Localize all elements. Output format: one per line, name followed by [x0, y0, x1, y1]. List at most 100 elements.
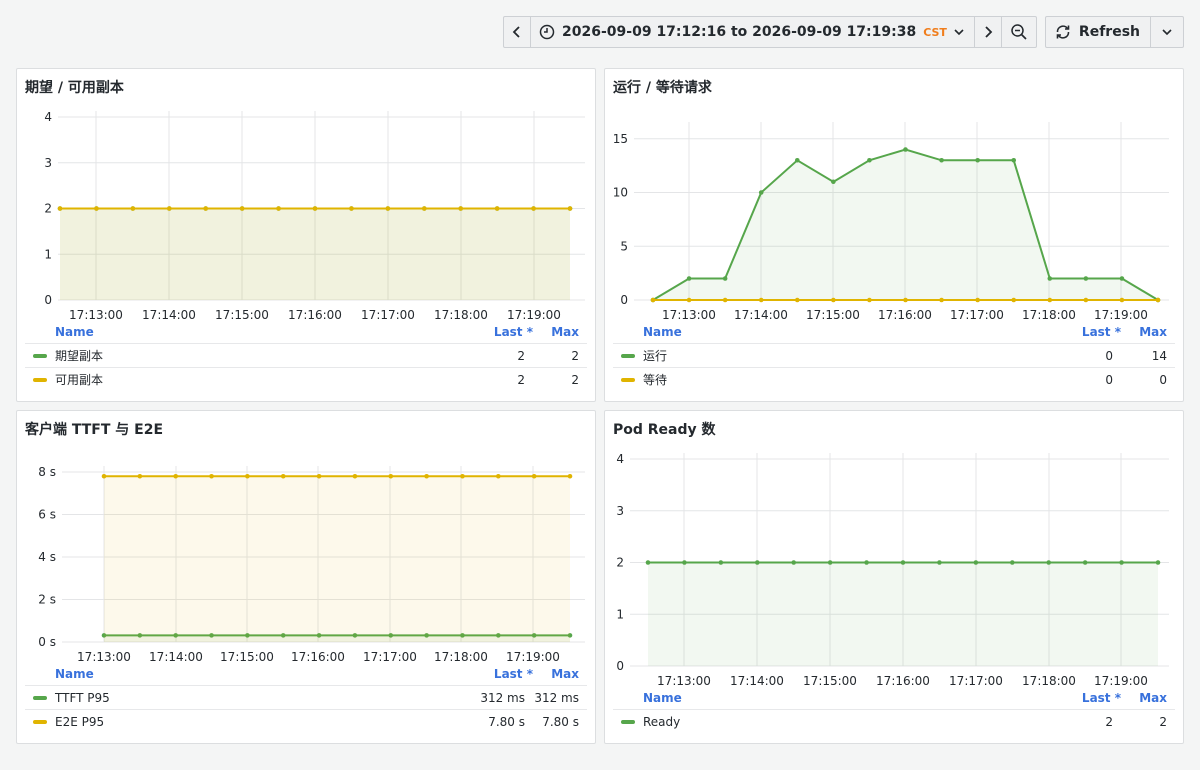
data-point [973, 560, 979, 565]
data-point [1119, 560, 1124, 565]
data-point [900, 560, 906, 565]
legend-row[interactable]: Ready 2 2 [613, 709, 1175, 733]
legend-row[interactable]: E2E P95 7.80 s 7.80 s [25, 709, 587, 733]
legend-row[interactable]: 期望副本 2 2 [25, 343, 587, 367]
time-back-button[interactable] [504, 17, 532, 47]
data-point [903, 147, 908, 152]
data-point [831, 179, 836, 185]
data-point [686, 297, 692, 303]
legend-header-max[interactable]: Max [1121, 325, 1183, 339]
legend-header-last[interactable]: Last * [453, 667, 533, 681]
data-point [349, 206, 354, 211]
data-point [1047, 297, 1053, 303]
data-point [718, 560, 724, 565]
legend-header-max[interactable]: Max [533, 667, 595, 681]
x-tick-label: 17:13:00 [657, 674, 711, 688]
y-tick-label: 3 [616, 504, 624, 518]
series-area [60, 208, 570, 300]
x-tick-label: 17:17:00 [950, 308, 1004, 322]
data-point [239, 206, 245, 211]
time-forward-button[interactable] [975, 17, 1002, 47]
data-point [867, 297, 872, 303]
data-point [1119, 297, 1125, 303]
data-point [1155, 297, 1161, 303]
data-point [975, 297, 980, 303]
series-area [653, 149, 1158, 300]
data-point [352, 473, 358, 479]
legend-series-name: 期望副本 [55, 349, 104, 363]
legend-series-name: Ready [643, 714, 681, 729]
legend-row[interactable]: TTFT P95 312 ms 312 ms [25, 685, 587, 709]
zoom-out-button[interactable] [1002, 17, 1036, 47]
legend-header-name[interactable]: Name [17, 325, 453, 339]
refresh-picker: Refresh [1044, 16, 1184, 48]
x-tick-label: 17:16:00 [288, 308, 342, 322]
legend-header-name[interactable]: Name [605, 691, 1041, 705]
panel-replicas: 期望 / 可用副本 0 1 2 3 4 17:13:00 17:14:00 17:15:00 1… [16, 68, 596, 402]
panel-pod-ready: Pod Ready 数 0 1 2 3 4 17:13:00 17:14:00 17:15:0… [604, 410, 1184, 744]
data-point [137, 473, 143, 479]
x-tick-label: 17:13:00 [662, 308, 716, 322]
latency-chart: 0 s 2 s 4 s 6 s 8 s 17:13:00 17:14:00 17:15:00 1… [38, 465, 585, 664]
series-area [648, 562, 1158, 666]
legend-header-last[interactable]: Last * [453, 325, 533, 339]
y-tick-label: 0 [616, 659, 624, 673]
data-point [903, 297, 908, 303]
data-point [494, 206, 500, 211]
x-tick-label: 17:17:00 [363, 650, 417, 664]
chart-legend: Name Last * Max 运行 0 14 等待 0 0 [605, 321, 1183, 391]
legend-max-value: 2 [571, 348, 579, 363]
x-tick-label: 17:19:00 [507, 308, 561, 322]
series-swatch [621, 377, 635, 382]
data-point [458, 206, 464, 211]
refresh-button[interactable]: Refresh [1046, 17, 1151, 47]
x-tick-label: 17:17:00 [361, 308, 415, 322]
legend-last-value: 2 [517, 372, 525, 387]
legend-series-name: E2E P95 [55, 714, 105, 729]
data-point [975, 157, 980, 163]
x-tick-label: 17:19:00 [1094, 674, 1148, 688]
data-point [1119, 276, 1125, 281]
requests-chart: 0 5 10 15 17:13:00 17:14:00 17:15:00 17:16:00 17… [613, 122, 1169, 322]
legend-series-name: 可用副本 [55, 373, 104, 387]
legend-header-last[interactable]: Last * [1041, 325, 1121, 339]
series-swatch [33, 719, 47, 724]
chart-legend: Name Last * Max TTFT P95 312 ms 312 ms E… [17, 663, 595, 733]
data-point [794, 297, 800, 303]
y-tick-label: 6 s [38, 508, 56, 522]
x-tick-label: 17:14:00 [730, 674, 784, 688]
x-tick-label: 17:18:00 [434, 650, 488, 664]
legend-row[interactable]: 可用副本 2 2 [25, 367, 587, 391]
legend-max-value: 2 [1159, 714, 1167, 729]
legend-header-name[interactable]: Name [605, 325, 1041, 339]
legend-row[interactable]: 等待 0 0 [613, 367, 1175, 391]
y-tick-label: 8 s [38, 465, 56, 479]
data-point [385, 206, 391, 211]
time-range-button[interactable]: 2026-09-09 17:12:16 to 2026-09-09 17:19:… [531, 17, 975, 47]
x-tick-label: 17:18:00 [1022, 308, 1076, 322]
x-tick-label: 17:15:00 [806, 308, 860, 322]
legend-max-value: 7.80 s [542, 714, 579, 729]
legend-header-name[interactable]: Name [17, 667, 453, 681]
pod-ready-chart: 0 1 2 3 4 17:13:00 17:14:00 17:15:00 17:16:00 17:… [616, 452, 1169, 688]
y-tick-label: 0 [620, 293, 628, 307]
data-point [1046, 560, 1052, 565]
legend-max-value: 14 [1151, 348, 1167, 363]
refresh-interval-dropdown[interactable] [1151, 17, 1183, 47]
data-point [424, 473, 429, 479]
legend-row[interactable]: 运行 0 14 [613, 343, 1175, 367]
y-tick-label: 2 s [38, 593, 56, 607]
data-point [1011, 297, 1017, 303]
panel-latency: 客户端 TTFT 与 E2E 0 s2 s4 s6 s8 s 17:13:00 17… [16, 410, 596, 744]
data-point [758, 297, 764, 303]
x-tick-label: 17:16:00 [878, 308, 932, 322]
time-toolbar: 2026-09-09 17:12:16 to 2026-09-09 17:19:… [503, 16, 1184, 48]
legend-header-last[interactable]: Last * [1041, 691, 1121, 705]
chart-legend: Name Last * Max Ready 2 2 [605, 687, 1183, 733]
legend-max-value: 312 ms [534, 690, 579, 705]
legend-header-max[interactable]: Max [533, 325, 595, 339]
data-point [650, 297, 656, 303]
data-point [939, 157, 944, 163]
data-point [1009, 560, 1015, 565]
legend-header-max[interactable]: Max [1121, 691, 1183, 705]
